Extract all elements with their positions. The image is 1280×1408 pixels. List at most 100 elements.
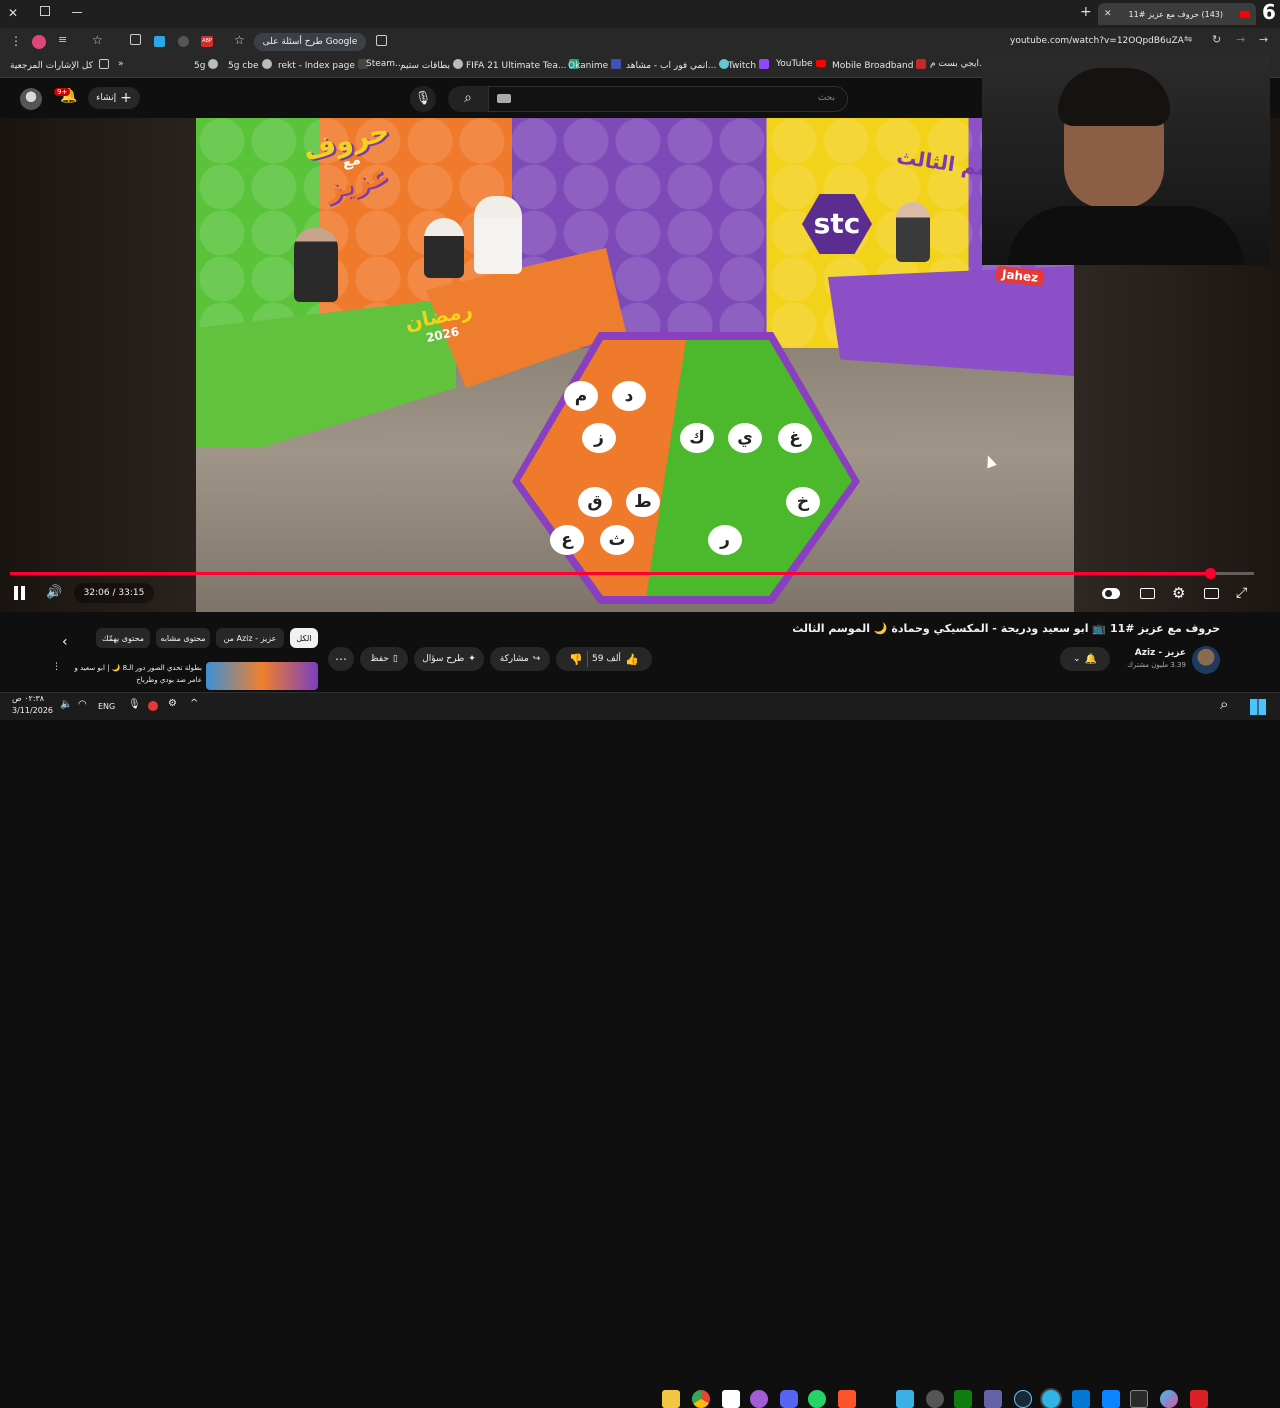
language-indicator[interactable]: ENG (98, 702, 115, 711)
forward-icon[interactable]: → (1236, 33, 1245, 46)
reading-list-icon[interactable]: ≡ (58, 33, 67, 46)
app-icon-2[interactable] (926, 1390, 944, 1408)
like-dislike-group[interactable]: 👎 59 ألف 👍 (556, 647, 652, 671)
next-video-menu-icon[interactable]: ⋮ (52, 662, 61, 672)
window-maximize-icon[interactable] (40, 6, 50, 16)
create-button[interactable]: إنشاء + (88, 87, 140, 109)
browser-tab[interactable]: ✕ (143) حروف مع عزيز #11 (1098, 3, 1256, 25)
teams-icon[interactable] (984, 1390, 1002, 1408)
account-avatar[interactable] (20, 88, 42, 110)
progress-track[interactable] (10, 568, 1254, 579)
whatsapp-icon[interactable] (808, 1390, 826, 1408)
steam-icon[interactable] (1014, 1390, 1032, 1408)
chip-all[interactable]: الكل (290, 628, 318, 648)
extension-blue-icon[interactable] (154, 36, 165, 47)
next-video-title[interactable]: بطولة تحدي الصور دور الـ8 🌙 | ابو سعيد و… (62, 662, 202, 688)
favorites-icon[interactable]: ☆ (92, 33, 103, 47)
tray-expand-icon[interactable]: ^ (190, 698, 198, 709)
voice-search-button[interactable]: 🎙 (410, 86, 436, 112)
bookmark-star-icon[interactable]: ☆ (234, 33, 245, 47)
bookmark-5g[interactable]: 5g (194, 59, 221, 71)
twitch-icon (759, 59, 770, 69)
obs-icon[interactable] (750, 1390, 768, 1408)
outlook-icon[interactable] (1072, 1390, 1090, 1408)
wifi-icon[interactable]: ◠ (78, 699, 87, 710)
volume-icon[interactable]: 🔊 (46, 585, 62, 600)
edge-icon[interactable] (1042, 1390, 1060, 1408)
subtitles-icon[interactable] (1140, 588, 1155, 599)
speaker-icon[interactable]: 🔈 (60, 699, 72, 710)
app-icon-1[interactable] (896, 1390, 914, 1408)
board-letter: ي (728, 423, 762, 453)
chip-from-channel[interactable]: من Aziz - عزيز (216, 628, 284, 648)
bookmark-5g-cbe[interactable]: 5g cbe (228, 59, 275, 71)
share-button[interactable]: مشاركة ↪ (490, 647, 550, 671)
chip-recommended[interactable]: محتوى يهمّك (96, 628, 150, 648)
ask-google-button[interactable]: طرح أسئلة على Google (254, 33, 366, 51)
bookmark-rekt[interactable]: rekt - Index page (278, 59, 371, 71)
new-tab-button[interactable]: + (1080, 4, 1092, 20)
copilot-icon[interactable] (1160, 1390, 1178, 1408)
app-icon-3[interactable] (1102, 1390, 1120, 1408)
tray-gear-icon[interactable]: ⚙ (168, 698, 177, 709)
window-close-icon[interactable]: ✕ (8, 6, 22, 20)
channel-avatar[interactable] (1192, 646, 1220, 674)
bookmark-okanime[interactable]: Okanime (568, 59, 624, 71)
xbox-icon[interactable] (954, 1390, 972, 1408)
save-button[interactable]: حفظ ▯ (360, 647, 408, 671)
capcut-icon[interactable] (722, 1390, 740, 1408)
more-actions-button[interactable]: ⋯ (328, 647, 354, 671)
extension-gray-icon[interactable] (178, 36, 189, 47)
chrome-icon[interactable] (692, 1390, 710, 1408)
bookmark-egybest[interactable]: ايجي بست م... (930, 59, 988, 69)
start-button[interactable] (1250, 699, 1266, 715)
bookmark-anime4up[interactable]: انمي فور اب - مشاهد... (626, 59, 732, 71)
theater-mode-icon[interactable] (1204, 588, 1219, 599)
lens-icon[interactable] (376, 35, 387, 46)
tab-close-icon[interactable]: ✕ (1104, 9, 1112, 19)
adblock-icon[interactable]: ABP (201, 36, 213, 47)
bookmark-steam[interactable]: Steam... (366, 59, 404, 69)
extensions-icon[interactable] (130, 34, 141, 45)
reload-icon[interactable]: ↻ (1212, 33, 1221, 46)
bookmark-fifa[interactable]: FIFA 21 Ultimate Tea... (466, 59, 582, 71)
bookmark-youtube[interactable]: YouTube (776, 59, 829, 69)
pause-button[interactable] (14, 586, 28, 601)
discord-icon[interactable] (780, 1390, 798, 1408)
brave-icon[interactable] (838, 1390, 856, 1408)
channel-name[interactable]: عزيز - Aziz (1110, 648, 1186, 658)
subscribe-bell-button[interactable]: ⌄ 🔔 (1060, 647, 1110, 671)
settings-gear-icon[interactable]: ⚙ (1172, 584, 1185, 602)
ask-button[interactable]: طرح سؤال ✦ (414, 647, 484, 671)
profile-avatar[interactable] (32, 35, 46, 49)
adobe-icon[interactable] (1190, 1390, 1208, 1408)
progress-fill (10, 572, 1211, 575)
dislike-icon[interactable]: 👎 (569, 653, 583, 666)
menu-dots-icon[interactable]: ⋮ (10, 34, 22, 48)
like-icon[interactable]: 👍 (625, 653, 639, 666)
corner-badge: 6 (1262, 0, 1276, 24)
bookmarks-overflow-icon[interactable]: » (118, 59, 124, 69)
fullscreen-icon[interactable]: ⤢ (1236, 585, 1247, 601)
back-icon[interactable]: → (1259, 33, 1268, 46)
window-minimize-icon[interactable] (72, 12, 82, 13)
store-icon[interactable] (1130, 1390, 1148, 1408)
bookmark-mobile-broadband[interactable]: Mobile Broadband (832, 59, 929, 71)
explorer-icon[interactable] (662, 1390, 680, 1408)
bookmark-steam-cards[interactable]: بطاقات ستيم (400, 59, 466, 71)
autoplay-toggle[interactable] (1102, 588, 1120, 599)
bookmarks-folder[interactable]: كل الإشارات المرجعية (10, 59, 112, 71)
chip-related[interactable]: محتوى مشابه (156, 628, 210, 648)
chips-prev-icon[interactable]: ‹ (62, 634, 68, 650)
taskbar-search-icon[interactable]: ⌕ (1220, 695, 1228, 713)
next-video-thumbnail[interactable] (206, 662, 318, 690)
site-settings-icon[interactable]: ⇋ (1184, 34, 1192, 45)
url-text[interactable]: youtube.com/watch?v=12OQpdB6uZA (1010, 36, 1184, 46)
keyboard-icon[interactable] (497, 94, 511, 103)
video-frame[interactable]: حروف مع عزيز الموسم الثالث stc رمضان 202… (196, 118, 1074, 612)
microphone-icon[interactable]: 🎙 (128, 699, 141, 710)
tray-red-icon[interactable] (148, 701, 158, 711)
search-input[interactable]: بحث (488, 86, 848, 112)
bookmark-twitch[interactable]: Twitch (728, 59, 772, 71)
search-button[interactable]: ⌕ (448, 86, 488, 112)
